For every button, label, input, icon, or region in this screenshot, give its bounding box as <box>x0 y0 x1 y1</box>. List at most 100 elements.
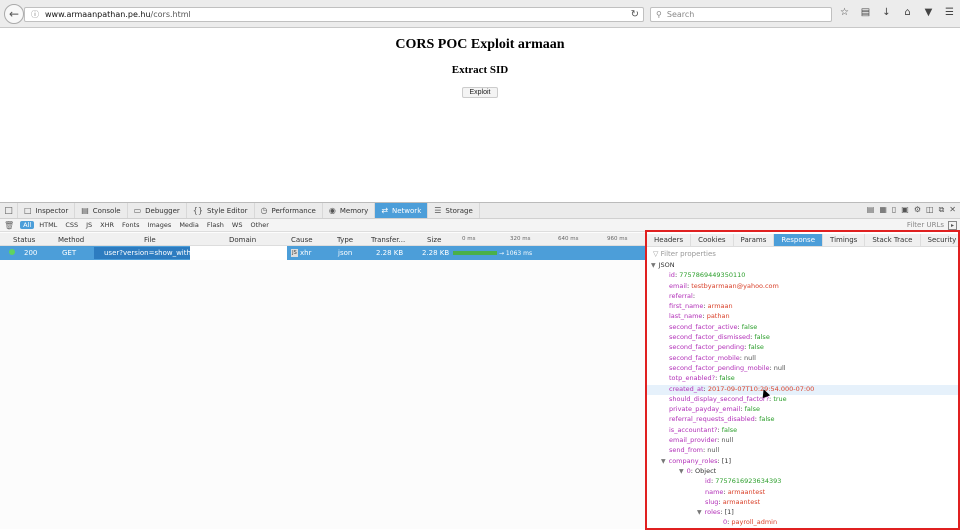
json-tree-row[interactable]: totp_enabled?: false <box>647 374 958 384</box>
tab-style-editor[interactable]: {}Style Editor <box>187 203 255 218</box>
status-dot <box>9 249 15 255</box>
json-tree-row[interactable]: second_factor_active: false <box>647 323 958 333</box>
pocket-icon[interactable]: ▼ <box>922 7 935 18</box>
filter-flash[interactable]: Flash <box>204 221 227 229</box>
filter-properties-input[interactable]: ▽ Filter properties <box>653 250 716 258</box>
filter-all[interactable]: All <box>20 221 34 229</box>
sidebar-toggle-icon[interactable]: ▸ <box>948 221 957 230</box>
settings-gear-icon[interactable]: ⚙ <box>914 205 921 215</box>
responsive-icon[interactable]: ▯ <box>892 205 896 215</box>
json-value: null <box>707 446 719 454</box>
close-icon[interactable]: ✕ <box>949 205 956 215</box>
col-file[interactable]: File <box>144 236 156 244</box>
col-type[interactable]: Type <box>337 236 353 244</box>
json-key: last_name <box>669 312 702 320</box>
network-icon: ⇄ <box>381 206 388 215</box>
col-cause[interactable]: Cause <box>291 236 313 244</box>
tab-headers[interactable]: Headers <box>647 234 691 246</box>
url-bar[interactable]: ⓘ www.armaanpathan.pe.hu/cors.html ↻ <box>24 7 644 22</box>
dock-side-icon[interactable]: ◫ <box>926 205 934 215</box>
col-status[interactable]: Status <box>13 236 35 244</box>
tab-memory[interactable]: ◉Memory <box>323 203 375 218</box>
col-domain[interactable]: Domain <box>229 236 256 244</box>
tab-debugger[interactable]: ▭Debugger <box>128 203 187 218</box>
filter-urls-input[interactable]: Filter URLs <box>907 221 944 229</box>
clipboard-icon[interactable]: ▤ <box>859 7 872 18</box>
site-info-icon[interactable]: ⓘ <box>31 9 39 20</box>
tab-performance[interactable]: ◷Performance <box>255 203 323 218</box>
frame-icon[interactable]: ▦ <box>879 205 887 215</box>
json-tree-row[interactable]: ▼company_roles: [1] <box>647 457 958 467</box>
col-transferred[interactable]: Transfer... <box>371 236 405 244</box>
tab-console[interactable]: ▤Console <box>75 203 127 218</box>
json-tree-row[interactable]: email: testbyarmaan@yahoo.com <box>647 282 958 292</box>
tab-cookies[interactable]: Cookies <box>691 234 733 246</box>
col-size[interactable]: Size <box>427 236 441 244</box>
bookmark-star-icon[interactable]: ☆ <box>838 7 851 18</box>
tab-response[interactable]: Response <box>774 234 823 246</box>
col-method[interactable]: Method <box>58 236 84 244</box>
reload-icon[interactable]: ↻ <box>631 9 639 20</box>
json-tree-row[interactable]: last_name: pathan <box>647 312 958 322</box>
json-tree-row[interactable]: ▼roles: [1] <box>647 508 958 518</box>
clear-trash-icon[interactable]: 🗑 <box>4 221 14 230</box>
json-value: armaan <box>708 302 733 310</box>
json-tree-row[interactable]: second_factor_pending_mobile: null <box>647 364 958 374</box>
json-tree-row[interactable]: referral_requests_disabled: false <box>647 415 958 425</box>
menu-icon[interactable]: ☰ <box>943 7 956 18</box>
filter-media[interactable]: Media <box>176 221 202 229</box>
download-icon[interactable]: ↓ <box>880 7 893 18</box>
filter-html[interactable]: HTML <box>36 221 60 229</box>
json-tree-row[interactable]: second_factor_mobile: null <box>647 354 958 364</box>
home-icon[interactable]: ⌂ <box>901 7 914 18</box>
json-tree-row[interactable]: should_display_second_factor?: true <box>647 395 958 405</box>
json-tree-row[interactable]: send_from: null <box>647 446 958 456</box>
filter-other[interactable]: Other <box>247 221 271 229</box>
filter-xhr[interactable]: XHR <box>97 221 117 229</box>
json-tree-row[interactable]: second_factor_dismissed: false <box>647 333 958 343</box>
json-tree-row[interactable]: first_name: armaan <box>647 302 958 312</box>
split-console-icon[interactable]: ▤ <box>867 205 875 215</box>
json-tree-row[interactable]: id: 7757869449350110 <box>647 271 958 281</box>
filter-ws[interactable]: WS <box>229 221 246 229</box>
filter-fonts[interactable]: Fonts <box>119 221 143 229</box>
tab-label: Console <box>93 207 121 215</box>
request-row[interactable]: 200 GET user?version=show_with_logins JS… <box>0 246 645 260</box>
filter-css[interactable]: CSS <box>62 221 81 229</box>
request-timing: → 1063 ms <box>499 250 532 257</box>
url-host: www.armaanpathan.pe.hu <box>45 10 151 19</box>
search-input[interactable]: ⚲ Search <box>650 7 832 22</box>
undock-icon[interactable]: ⧉ <box>939 205 945 215</box>
json-tree-row[interactable]: private_payday_email: false <box>647 405 958 415</box>
tab-stack-trace[interactable]: Stack Trace <box>865 234 920 246</box>
json-tree-row[interactable]: ▼0: Object <box>647 467 958 477</box>
tab-label: Storage <box>445 207 472 215</box>
json-tree-row[interactable]: name: armaantest <box>647 488 958 498</box>
tab-timings[interactable]: Timings <box>823 234 865 246</box>
json-tree-row[interactable]: created_at: 2017-09-07T10:29:54.000-07:0… <box>647 385 958 395</box>
json-tree-row[interactable]: slug: armaantest <box>647 498 958 508</box>
back-arrow-icon[interactable]: ← <box>4 4 24 24</box>
exploit-button[interactable]: Exploit <box>462 87 498 98</box>
json-tree-row[interactable]: is_accountant?: false <box>647 426 958 436</box>
element-picker-icon[interactable]: □ <box>0 203 18 218</box>
json-tree-row[interactable]: referral: <box>647 292 958 302</box>
screenshot-icon[interactable]: ▣ <box>901 205 909 215</box>
json-tree-row[interactable]: second_factor_pending: false <box>647 343 958 353</box>
performance-icon: ◷ <box>261 206 268 215</box>
debugger-icon: ▭ <box>134 206 142 215</box>
json-value: false <box>748 343 763 351</box>
json-value: [1] <box>725 508 734 516</box>
tab-storage[interactable]: ☰Storage <box>428 203 480 218</box>
tab-params[interactable]: Params <box>734 234 775 246</box>
tab-network[interactable]: ⇄Network <box>375 203 428 218</box>
json-value: true <box>773 395 786 403</box>
tab-security[interactable]: Security <box>921 234 960 246</box>
json-tree-row[interactable]: id: 7757616923634393 <box>647 477 958 487</box>
filter-js[interactable]: JS <box>83 221 95 229</box>
json-root-row[interactable]: ▼JSON <box>647 261 958 271</box>
json-tree-row[interactable]: 0: payroll_admin <box>647 518 958 528</box>
tab-inspector[interactable]: □Inspector <box>18 203 75 218</box>
json-tree-row[interactable]: email_provider: null <box>647 436 958 446</box>
filter-images[interactable]: Images <box>145 221 175 229</box>
